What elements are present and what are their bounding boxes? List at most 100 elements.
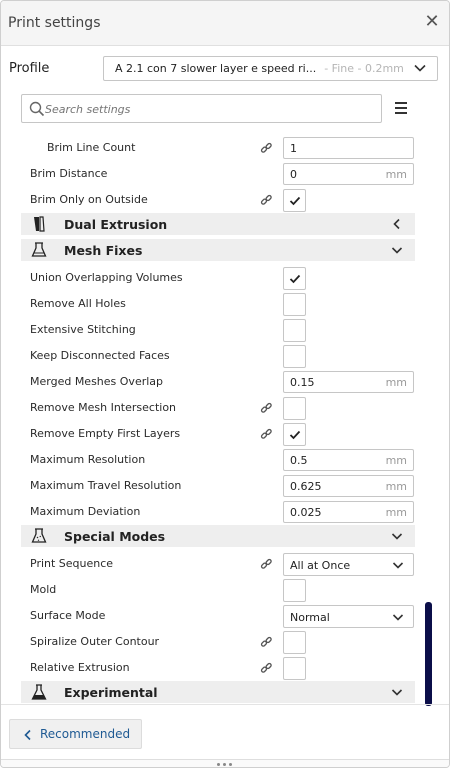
settings-list[interactable]: Brim Line Count 1 Brim Distance 0 mm Brim…	[1, 131, 421, 706]
maximum-travel-resolution-input[interactable]: 0.625 mm	[283, 475, 414, 497]
setting-label: Brim Distance	[30, 167, 108, 180]
setting-row-merged-meshes-overlap: Merged Meshes Overlap 0.15 mm	[1, 368, 421, 394]
setting-label: Print Sequence	[30, 557, 114, 570]
field-value: 0.15	[290, 376, 315, 389]
recommended-button[interactable]: Recommended	[9, 719, 142, 749]
setting-row-remove-all-holes: Remove All Holes	[1, 290, 421, 316]
search-input[interactable]	[45, 99, 365, 119]
setting-label: Maximum Travel Resolution	[30, 479, 182, 492]
merged-meshes-overlap-input[interactable]: 0.15 mm	[283, 371, 414, 393]
setting-row-maximum-travel-resolution: Maximum Travel Resolution 0.625 mm	[1, 472, 421, 498]
profile-dropdown[interactable]: A 2.1 con 7 slower layer e speed ri... - …	[103, 56, 438, 81]
setting-label: Union Overlapping Volumes	[30, 271, 183, 284]
setting-label: Keep Disconnected Faces	[30, 349, 170, 362]
search-icon	[29, 101, 45, 117]
chevron-left-icon	[393, 218, 400, 230]
spiralize-outer-contour-checkbox[interactable]	[283, 631, 306, 654]
category-dual-extrusion[interactable]: Dual Extrusion	[21, 213, 415, 235]
category-special-modes[interactable]: Special Modes	[21, 525, 415, 547]
remove-all-holes-checkbox[interactable]	[283, 293, 306, 316]
setting-label: Spiralize Outer Contour	[30, 635, 160, 648]
print-sequence-dropdown[interactable]: All at Once	[283, 553, 414, 576]
link-icon[interactable]	[260, 142, 273, 155]
category-title: Mesh Fixes	[64, 243, 143, 258]
resize-handle[interactable]	[1, 759, 449, 767]
remove-mesh-intersection-checkbox[interactable]	[283, 397, 306, 420]
category-title: Dual Extrusion	[64, 217, 168, 232]
setting-row-extensive-stitching: Extensive Stitching	[1, 316, 421, 342]
field-value: 1	[290, 142, 297, 155]
field-unit: mm	[385, 454, 407, 467]
setting-row-maximum-deviation: Maximum Deviation 0.025 mm	[1, 498, 421, 524]
brim-distance-input[interactable]: 0 mm	[283, 163, 414, 185]
setting-row-mold: Mold	[1, 576, 421, 602]
field-unit: mm	[385, 376, 407, 389]
search-box[interactable]	[21, 94, 382, 123]
settings-menu-icon[interactable]	[395, 101, 409, 115]
relative-extrusion-checkbox[interactable]	[283, 657, 306, 680]
checkmark-icon	[289, 274, 301, 284]
setting-label: Relative Extrusion	[30, 661, 130, 674]
setting-row-brim-distance: Brim Distance 0 mm	[1, 160, 421, 186]
field-value: 0	[290, 168, 297, 181]
brim-line-count-input[interactable]: 1	[283, 137, 414, 159]
setting-label: Remove Mesh Intersection	[30, 401, 177, 414]
brim-only-on-outside-checkbox[interactable]	[283, 189, 306, 212]
link-icon[interactable]	[260, 428, 273, 441]
field-value: 0.5	[290, 454, 308, 467]
category-experimental[interactable]: Experimental	[21, 681, 415, 703]
surface-mode-dropdown[interactable]: Normal	[283, 605, 414, 628]
setting-label: Maximum Resolution	[30, 453, 146, 466]
divider	[1, 704, 449, 705]
setting-label: Merged Meshes Overlap	[30, 375, 164, 388]
field-unit: mm	[385, 506, 407, 519]
chevron-down-icon	[391, 533, 403, 540]
setting-row-relative-extrusion: Relative Extrusion	[1, 654, 421, 680]
link-icon[interactable]	[260, 636, 273, 649]
window-title: Print settings	[8, 15, 101, 31]
dropdown-value: Normal	[290, 611, 330, 624]
setting-row-maximum-resolution: Maximum Resolution 0.5 mm	[1, 446, 421, 472]
link-icon[interactable]	[260, 662, 273, 675]
setting-row-print-sequence: Print Sequence All at Once	[1, 550, 421, 576]
keep-disconnected-faces-checkbox[interactable]	[283, 345, 306, 368]
setting-label: Extensive Stitching	[30, 323, 136, 336]
close-icon[interactable]: ✕	[424, 13, 440, 31]
chevron-down-icon	[392, 562, 404, 569]
mold-checkbox[interactable]	[283, 579, 306, 602]
setting-label: Brim Only on Outside	[30, 193, 148, 206]
setting-row-union-overlapping-volumes: Union Overlapping Volumes	[1, 264, 421, 290]
setting-label: Remove All Holes	[30, 297, 126, 310]
setting-label: Mold	[30, 583, 57, 596]
scrollbar-thumb[interactable]	[425, 602, 432, 706]
category-mesh-fixes[interactable]: Mesh Fixes	[21, 239, 415, 261]
field-unit: mm	[385, 168, 407, 181]
setting-row-brim-line-count: Brim Line Count 1	[1, 134, 421, 160]
setting-label: Maximum Deviation	[30, 505, 141, 518]
profile-name: A 2.1 con 7 slower layer e speed ri...	[115, 62, 317, 75]
setting-label: Remove Empty First Layers	[30, 427, 181, 440]
profile-label: Profile	[9, 61, 50, 76]
setting-row-remove-mesh-intersection: Remove Mesh Intersection	[1, 394, 421, 420]
category-title: Special Modes	[64, 529, 166, 544]
checkmark-icon	[289, 430, 301, 440]
link-icon[interactable]	[260, 558, 273, 571]
union-overlapping-volumes-checkbox[interactable]	[283, 267, 306, 290]
special-modes-icon	[31, 528, 47, 543]
link-icon[interactable]	[260, 402, 273, 415]
setting-row-remove-empty-first-layers: Remove Empty First Layers	[1, 420, 421, 446]
print-settings-panel: Print settings ✕ Profile A 2.1 con 7 slo…	[0, 0, 450, 768]
setting-row-spiralize-outer-contour: Spiralize Outer Contour	[1, 628, 421, 654]
dropdown-value: All at Once	[290, 559, 351, 572]
maximum-resolution-input[interactable]: 0.5 mm	[283, 449, 414, 471]
maximum-deviation-input[interactable]: 0.025 mm	[283, 501, 414, 523]
extensive-stitching-checkbox[interactable]	[283, 319, 306, 342]
remove-empty-first-layers-checkbox[interactable]	[283, 423, 306, 446]
chevron-down-icon	[391, 247, 403, 254]
chevron-left-icon	[24, 729, 31, 741]
experimental-flask-icon	[31, 684, 47, 700]
chevron-down-icon	[414, 64, 426, 72]
link-icon[interactable]	[260, 194, 273, 207]
setting-label: Surface Mode	[30, 609, 106, 622]
profile-quality: - Fine - 0.2mm	[324, 62, 404, 75]
